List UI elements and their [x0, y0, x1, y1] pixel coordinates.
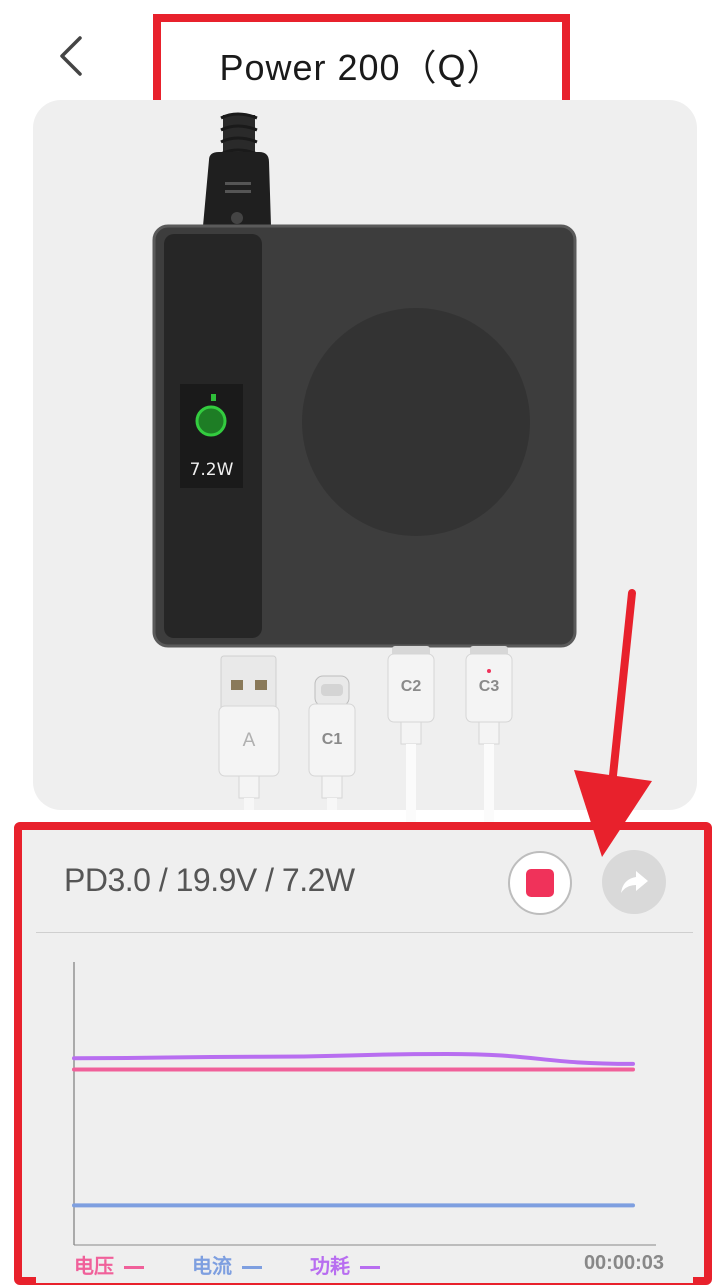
legend-current: 电流 [192, 1250, 262, 1279]
device-display-power: 7.2W [189, 460, 234, 480]
share-icon [621, 871, 648, 893]
legend-voltage: 电压 [74, 1250, 144, 1279]
page-title: Power 200（Q） [219, 46, 504, 88]
stop-record-icon [526, 869, 554, 897]
realtime-chart [72, 962, 656, 1246]
chevron-left-icon [60, 36, 82, 76]
panel-divider [36, 932, 693, 933]
port-c3-label[interactable]: C3 [466, 678, 512, 696]
port-c2-label[interactable]: C2 [388, 678, 434, 696]
port-a-label[interactable]: A [219, 730, 279, 752]
chart-legend: 电压 电流 功耗 00:00:03 [74, 1250, 664, 1278]
legend-power: 功耗 [310, 1250, 380, 1279]
protocol-info: PD3.0 / 19.9V / 7.2W [64, 862, 355, 898]
port-c1-label[interactable]: C1 [309, 731, 355, 749]
back-button[interactable] [50, 32, 94, 80]
series-power-line [72, 1051, 635, 1066]
annotation-arrow [574, 589, 652, 857]
device-detail-screen: Power 200（Q） 7.2W A C1 C2 C3 PD3.0 / 19.… [0, 0, 724, 1287]
elapsed-time: 00:00:03 [583, 1252, 664, 1274]
